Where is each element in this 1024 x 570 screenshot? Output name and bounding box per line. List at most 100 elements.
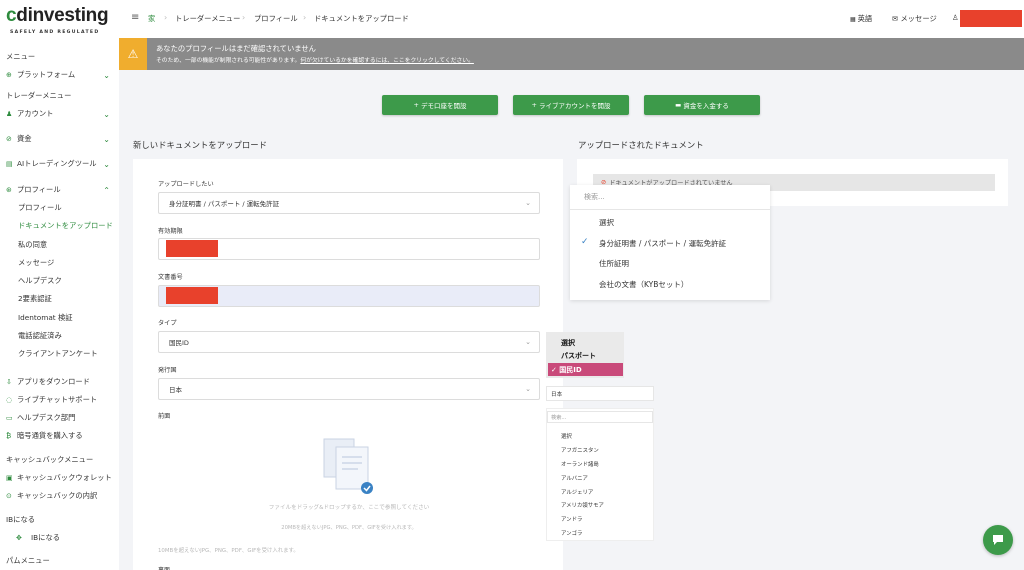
sidebar-sub-messages[interactable]: メッセージ — [18, 258, 54, 268]
id-type-option[interactable]: パスポート — [561, 351, 596, 361]
chat-icon — [993, 535, 1003, 545]
country-select[interactable]: 日本 ⌄ — [158, 378, 540, 400]
dropzone-formats: 20MBを超えないJPG、PNG、PDF、GIFを受け入れます。 — [281, 525, 417, 531]
sidebar-sub-survey[interactable]: クライアントアンケート — [18, 349, 98, 359]
chat-bubble-button[interactable] — [983, 525, 1013, 555]
file-format-note: 10MBを超えないJPG、PNG、PDF、GIFを受け入れます。 — [158, 548, 299, 554]
sidebar-item-live-chat[interactable]: ◌ ライブチャットサポート — [6, 395, 114, 405]
sidebar-item-profile[interactable]: ⊛ プロフィール ⌃ — [6, 185, 114, 195]
platform-icon: ⊕ — [6, 71, 12, 79]
download-icon: ⇩ — [6, 378, 12, 386]
dropzone-instructions: ファイルをドラッグ&ドロップするか、ここで参照してください — [268, 505, 430, 511]
chevron-up-icon: ⌃ — [103, 185, 110, 195]
country-option[interactable]: アルジェリア — [561, 488, 593, 496]
flag-icon: ▦ — [850, 16, 858, 23]
hamburger-menu-icon[interactable]: ≡ — [131, 12, 139, 23]
warning-title: あなたのプロフィールはまだ確認されていません — [156, 44, 316, 53]
chevron-down-icon: ⌄ — [525, 338, 531, 346]
logo-tagline: SAFELY AND REGULATED — [10, 30, 100, 35]
country-option[interactable]: アンドラ — [561, 515, 582, 523]
open-demo-account-button[interactable]: + デモ口座を開設 — [382, 95, 498, 115]
sidebar-item-label: キャッシュバックウォレット — [17, 473, 112, 482]
upload-form-title: 新しいドキュメントをアップロード — [133, 140, 267, 150]
sidebar-pamm-title: パムメニュー — [6, 556, 50, 565]
chevron-down-icon: ⌄ — [525, 199, 531, 207]
sidebar-item-label: 暗号通貨を購入する — [17, 431, 83, 440]
divider — [570, 209, 770, 210]
chevron-right-icon: › — [242, 13, 246, 22]
chevron-right-icon: › — [164, 13, 168, 22]
warning-link[interactable]: 何が欠けているかを確認するには、ここをクリックしてください。 — [300, 58, 474, 64]
profile-icon: ⊛ — [6, 186, 12, 194]
sidebar-item-label: プロフィール — [17, 185, 61, 194]
uploaded-docs-title: アップロードされたドキュメント — [578, 140, 704, 150]
sidebar-sub-2fa[interactable]: 2要素認証 — [18, 294, 52, 304]
breadcrumb-home[interactable]: 家 — [148, 14, 155, 24]
sidebar-item-label: IBになる — [31, 533, 61, 542]
sidebar-item-cashback-wallet[interactable]: ▣ キャッシュバックウォレット — [6, 473, 114, 483]
country-option[interactable]: アメリカ領サモア — [561, 501, 604, 509]
sidebar-item-label: ヘルプデスク部門 — [17, 413, 76, 422]
doc-type-option[interactable]: 選択 — [599, 217, 614, 228]
doc-type-option-selected[interactable]: 身分証明書 / パスポート / 運転免許証 — [599, 238, 726, 249]
doc-type-select[interactable]: 身分証明書 / パスポート / 運転免許証 ⌄ — [158, 192, 540, 214]
doc-type-option[interactable]: 住所証明 — [599, 258, 629, 269]
doc-type-search-input[interactable]: 検索... — [584, 192, 605, 202]
doc-type-option[interactable]: 会社の文書（KYBセット） — [599, 279, 688, 290]
id-type-option[interactable]: 選択 — [561, 338, 575, 348]
document-upload-icon — [323, 438, 373, 494]
logo[interactable]: cdinvesting SAFELY AND REGULATED — [6, 5, 116, 37]
chevron-down-icon: ⌄ — [103, 109, 110, 119]
breadcrumb-trader-menu[interactable]: トレーダーメニュー — [175, 14, 240, 24]
sidebar-item-funds[interactable]: ⊘ 資金 ⌄ — [6, 134, 114, 144]
card-icon: ▬ — [675, 101, 684, 109]
breadcrumb-profile[interactable]: プロフィール — [254, 14, 298, 24]
country-option[interactable]: オーランド諸島 — [561, 460, 599, 468]
expiry-label: 有効期限 — [158, 228, 183, 235]
sidebar-item-label: アカウント — [17, 109, 54, 118]
deposit-funds-button[interactable]: ▬ 資金を入金する — [644, 95, 760, 115]
front-label: 前面 — [158, 413, 171, 420]
sidebar-item-ai-tools[interactable]: ▤ AIトレーディングツール ⌄ — [6, 159, 114, 169]
breadcrumb-current: ドキュメントをアップロード — [314, 14, 409, 23]
country-option[interactable]: アンゴラ — [561, 529, 582, 537]
sidebar-item-buy-crypto[interactable]: ₿ 暗号通貨を購入する — [6, 431, 114, 441]
expiry-redacted — [166, 240, 218, 257]
sidebar-trader-menu-title: トレーダーメニュー — [6, 91, 72, 100]
country-option[interactable]: 選択 — [561, 432, 572, 440]
open-live-account-button[interactable]: + ライブアカウントを開設 — [513, 95, 629, 115]
sidebar-sub-identomat[interactable]: Identomat 検証 — [18, 313, 73, 323]
sidebar-sub-profile[interactable]: プロフィール — [18, 203, 62, 213]
country-value: 日本 — [551, 392, 563, 398]
id-type-selected-label: ✓ 国民ID — [551, 366, 582, 374]
country-option[interactable]: アフガニスタン — [561, 446, 599, 454]
user-icon[interactable]: ♙ — [952, 13, 959, 22]
sidebar-sub-upload-docs[interactable]: ドキュメントをアップロード — [18, 221, 113, 231]
sidebar-item-account[interactable]: ♟ アカウント ⌄ — [6, 109, 114, 119]
sidebar-sub-helpdesk[interactable]: ヘルプデスク — [18, 276, 62, 286]
chevron-down-icon: ⌄ — [103, 70, 110, 80]
sidebar-item-download-app[interactable]: ⇩ アプリをダウンロード — [6, 377, 114, 387]
messages-link[interactable]: ✉ メッセージ — [892, 14, 937, 24]
doc-type-label: アップロードしたい — [158, 181, 214, 188]
id-type-select[interactable]: 国民ID ⌄ — [158, 331, 540, 353]
account-icon: ♟ — [6, 110, 13, 118]
sidebar-item-label: ライブチャットサポート — [17, 395, 98, 404]
doc-number-redacted — [166, 287, 218, 304]
sidebar-menu-title: メニュー — [6, 52, 36, 61]
warning-icon: ⚠ — [119, 38, 147, 70]
sidebar-item-platform[interactable]: ⊕ プラットフォーム ⌄ — [6, 70, 114, 80]
user-name-redacted[interactable] — [960, 10, 1022, 27]
sidebar-sub-phone-verified[interactable]: 電話認証済み — [18, 331, 62, 341]
country-option[interactable]: アルバニア — [561, 474, 588, 482]
language-switch[interactable]: ▦ 英語 — [850, 14, 872, 24]
sidebar-item-helpdesk-dept[interactable]: ▭ ヘルプデスク部門 — [6, 413, 114, 423]
chat-icon: ◌ — [6, 396, 13, 404]
helpdesk-icon: ▭ — [6, 414, 13, 422]
ai-tools-icon: ▤ — [6, 160, 13, 168]
cashback-icon: ⊙ — [6, 492, 12, 500]
sidebar-item-ib[interactable]: ✥ IBになる — [16, 533, 124, 543]
sidebar-sub-consent[interactable]: 私の同意 — [18, 240, 47, 250]
sidebar-item-cashback-details[interactable]: ⊙ キャッシュバックの内訳 — [6, 491, 114, 501]
handshake-icon: ✥ — [16, 534, 22, 542]
